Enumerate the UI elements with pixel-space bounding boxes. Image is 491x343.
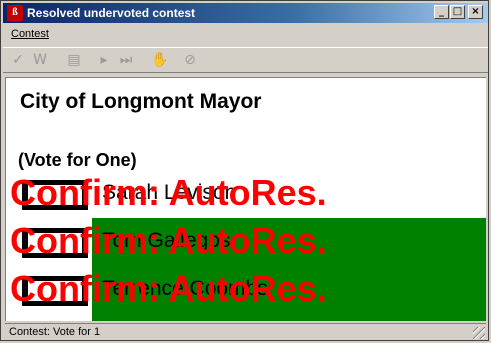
confirm-overlay-text: Confirm: AutoRes. xyxy=(10,220,327,261)
menu-bar: Contest xyxy=(3,25,488,45)
ballot-content: City of Longmont Mayor (Vote for One) Sa… xyxy=(5,77,486,321)
cancel-icon[interactable]: ⊘ xyxy=(181,51,199,69)
maximize-button[interactable]: □ xyxy=(450,5,465,19)
contest-title: City of Longmont Mayor xyxy=(20,90,262,113)
confirm-overlay-text: Confirm: AutoRes. xyxy=(10,172,327,213)
checkmark-icon[interactable]: ✓ xyxy=(9,51,27,69)
skip-icon[interactable]: ⏭ xyxy=(117,51,135,69)
window-title: Resolved undervoted contest xyxy=(27,6,196,20)
close-button[interactable]: × xyxy=(468,5,483,19)
write-in-icon[interactable]: W xyxy=(31,51,49,69)
status-text: Contest: Vote for 1 xyxy=(9,326,101,338)
vote-for-instruction: (Vote for One) xyxy=(18,150,137,170)
toolbar: ✓ W ▤ ▸ ⏭ ✋ ⊘ xyxy=(3,47,488,73)
minimize-button[interactable]: _ xyxy=(434,5,449,19)
resize-grip-icon[interactable] xyxy=(473,327,485,339)
next-icon[interactable]: ▸ xyxy=(95,51,113,69)
status-bar: Contest: Vote for 1 xyxy=(5,323,486,340)
app-icon: ß xyxy=(7,5,23,21)
document-icon[interactable]: ▤ xyxy=(65,51,83,69)
title-bar[interactable]: ß Resolved undervoted contest _ □ × xyxy=(3,3,488,23)
menu-contest[interactable]: Contest xyxy=(11,28,49,40)
hand-icon[interactable]: ✋ xyxy=(151,51,169,69)
resolved-contest-window: ß Resolved undervoted contest _ □ × Cont… xyxy=(0,0,489,341)
confirm-overlay-text: Confirm: AutoRes. xyxy=(10,268,327,309)
